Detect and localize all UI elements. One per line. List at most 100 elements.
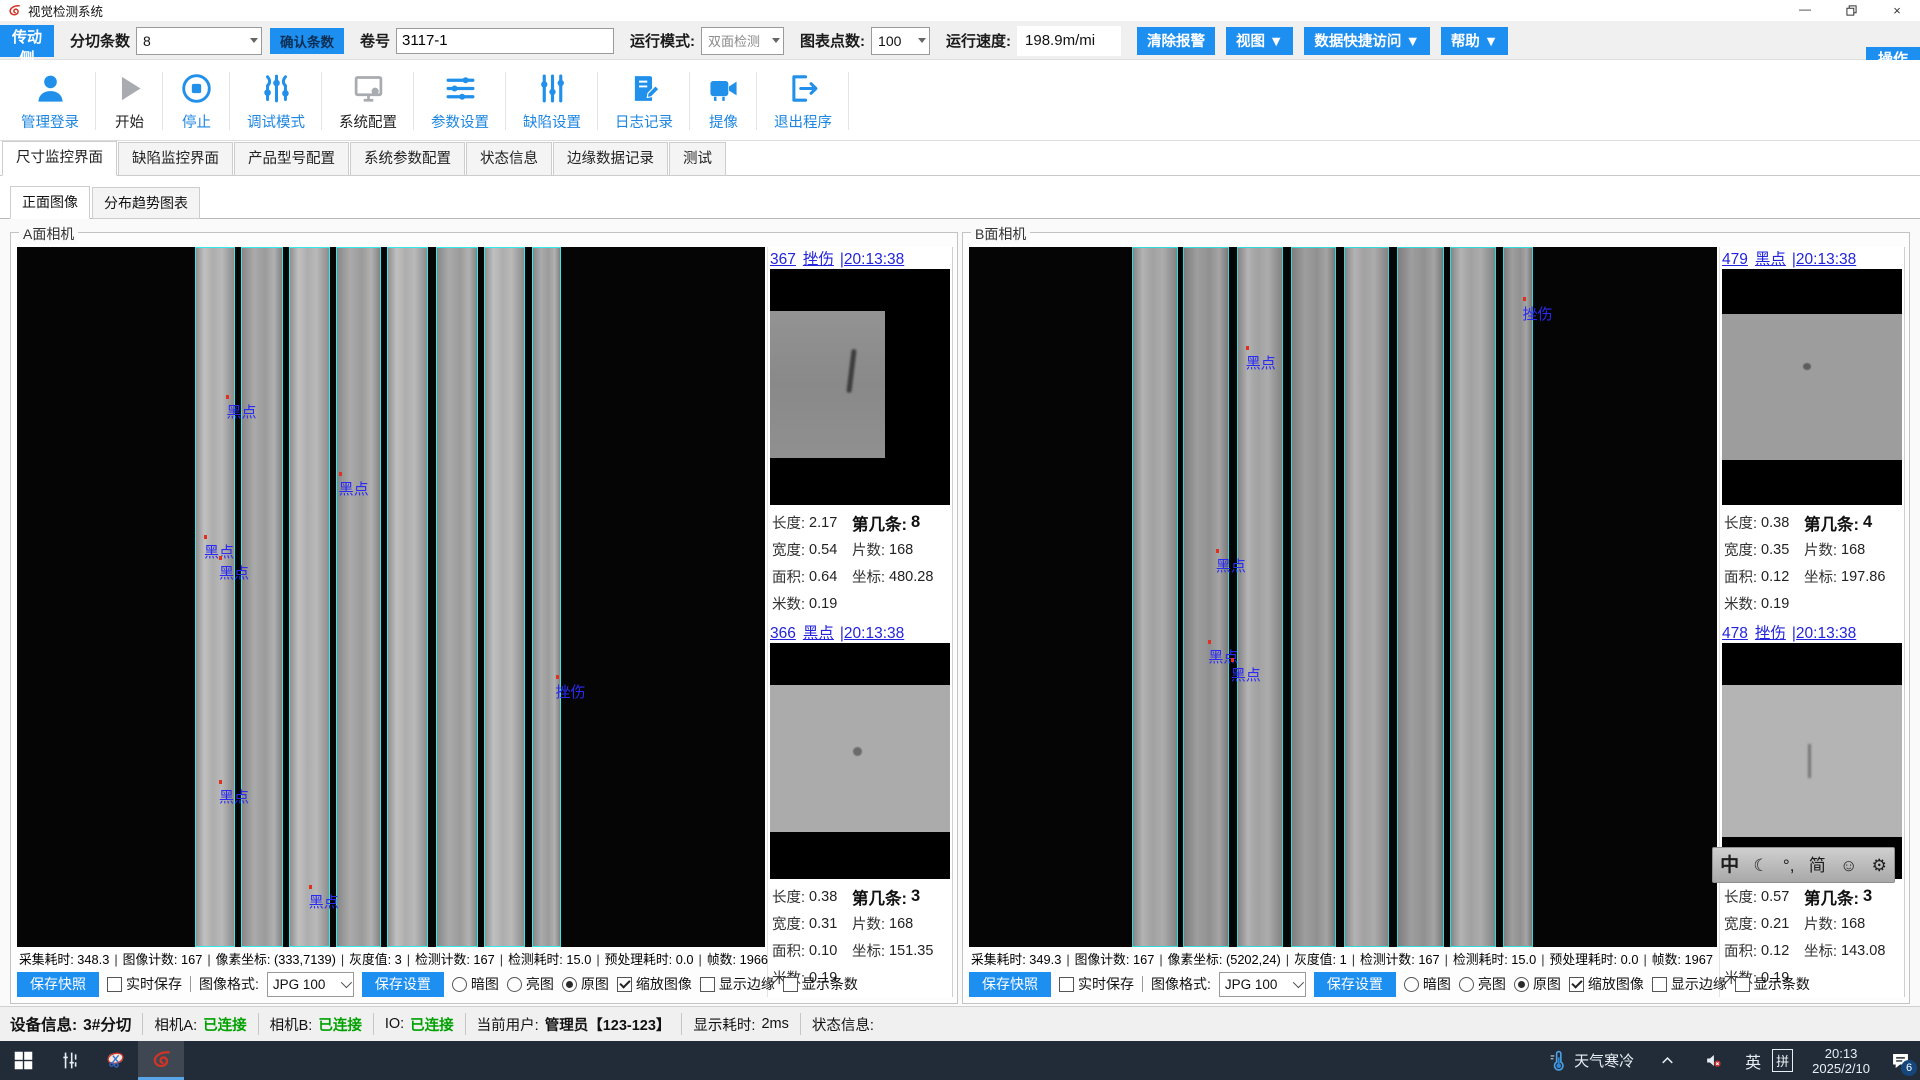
toolbar-action-capture[interactable]: 提像 bbox=[690, 70, 757, 132]
ime-item-2[interactable]: °, bbox=[1783, 857, 1795, 874]
realtime-save-checkbox[interactable]: 实时保存 bbox=[1059, 974, 1134, 994]
image-view-radio-暗图[interactable]: 暗图 bbox=[452, 974, 499, 994]
tray-chevron-icon[interactable] bbox=[1644, 1041, 1690, 1080]
tab-边缘数据记录[interactable]: 边缘数据记录 bbox=[553, 142, 668, 176]
defect-card[interactable]: 479黑点|20:13:38长度:0.38宽度:0.35面积:0.12米数:0.… bbox=[1722, 247, 1902, 619]
toolbar-action-login[interactable]: 管理登录 bbox=[4, 70, 96, 132]
defect-card[interactable]: 366黑点|20:13:38长度:0.38宽度:0.31面积:0.10米数:0.… bbox=[770, 621, 950, 993]
tab-状态信息[interactable]: 状态信息 bbox=[466, 142, 552, 176]
save-snapshot-button[interactable]: 保存快照 bbox=[17, 972, 99, 997]
save-settings-button[interactable]: 保存设置 bbox=[362, 972, 444, 997]
restore-button[interactable] bbox=[1828, 0, 1874, 22]
defect-marker-label: 黑点 bbox=[219, 562, 249, 583]
ime-item-5[interactable]: ⚙ bbox=[1872, 857, 1887, 874]
ime-item-0[interactable]: 中 bbox=[1720, 856, 1739, 875]
close-button[interactable]: × bbox=[1874, 0, 1920, 22]
toolbar-action-params[interactable]: 参数设置 bbox=[414, 70, 506, 132]
display-option-checkbox-显示边缘[interactable]: 显示边缘 bbox=[1652, 974, 1727, 994]
camera-image-a[interactable]: 黑点黑点黑点黑点挫伤黑点黑点 bbox=[17, 247, 765, 947]
image-format-select[interactable]: JPG 100 bbox=[1219, 972, 1306, 997]
image-view-radio-暗图[interactable]: 暗图 bbox=[1404, 974, 1451, 994]
status-segment-value: 已连接 bbox=[203, 1014, 247, 1035]
display-option-checkbox-显示条数[interactable]: 显示条数 bbox=[1735, 974, 1810, 994]
pinned-app-icon[interactable] bbox=[46, 1041, 92, 1080]
defect-marker-label: 黑点 bbox=[226, 401, 256, 422]
vision-app-taskbar-icon[interactable] bbox=[138, 1041, 184, 1080]
chart-points-label: 图表点数: bbox=[800, 30, 865, 51]
clock[interactable]: 20:13 2025/2/10 bbox=[1802, 1046, 1880, 1076]
save-settings-button[interactable]: 保存设置 bbox=[1314, 972, 1396, 997]
display-option-checkbox-缩放图像[interactable]: 缩放图像 bbox=[617, 974, 692, 994]
ime-mode-indicator[interactable]: 拼 bbox=[1772, 1049, 1793, 1072]
display-option-checkbox-显示边缘[interactable]: 显示边缘 bbox=[700, 974, 775, 994]
run-mode-value: 双面检测 bbox=[708, 31, 760, 50]
status-metric: 检测耗时: 15.0 bbox=[1453, 952, 1536, 967]
camera-panel-title: A面相机 bbox=[19, 224, 78, 244]
stat-label: 长度: bbox=[1724, 512, 1757, 533]
ime-item-4[interactable]: ☺ bbox=[1840, 857, 1857, 874]
image-format-select[interactable]: JPG 100 bbox=[267, 972, 354, 997]
tab-系统参数配置[interactable]: 系统参数配置 bbox=[350, 142, 465, 176]
stat-row: 长度:0.57 bbox=[1724, 883, 1802, 910]
status-segment-camera-a: 相机A:已连接 bbox=[154, 1014, 246, 1035]
toolbar-action-defect[interactable]: 缺陷设置 bbox=[506, 70, 598, 132]
toolbar-action-sysconf[interactable]: 系统配置 bbox=[322, 70, 414, 132]
help-menu-button[interactable]: 帮助 ▼ bbox=[1441, 27, 1508, 55]
chevron-down-icon bbox=[250, 38, 258, 43]
defect-card[interactable]: 367挫伤|20:13:38长度:2.17宽度:0.54面积:0.64米数:0.… bbox=[770, 247, 950, 619]
display-option-checkbox-显示条数[interactable]: 显示条数 bbox=[783, 974, 858, 994]
tab-测试[interactable]: 测试 bbox=[669, 142, 726, 176]
toolbar-action-exit[interactable]: 退出程序 bbox=[757, 70, 849, 132]
image-view-radio-亮图[interactable]: 亮图 bbox=[1459, 974, 1506, 994]
tab-缺陷监控界面[interactable]: 缺陷监控界面 bbox=[118, 142, 233, 176]
ime-toolbar[interactable]: 中 ☾ °, 简 ☺ ⚙ bbox=[1712, 847, 1895, 883]
save-snapshot-button[interactable]: 保存快照 bbox=[969, 972, 1051, 997]
thumb-defect-mark bbox=[853, 747, 862, 756]
stat-value: 0.19 bbox=[809, 596, 837, 612]
toolbar-action-start[interactable]: 开始 bbox=[96, 70, 163, 132]
volume-muted-icon[interactable] bbox=[1690, 1041, 1736, 1080]
defect-marker-label: 黑点 bbox=[309, 891, 339, 912]
toolbar-action-debug[interactable]: 调试模式 bbox=[230, 70, 322, 132]
defect-card[interactable]: 478挫伤|20:13:38长度:0.57宽度:0.21面积:0.12米数:0.… bbox=[1722, 621, 1902, 993]
data-quick-access-button[interactable]: 数据快捷访问 ▼ bbox=[1304, 27, 1429, 55]
stat-row: 宽度:0.31 bbox=[772, 910, 850, 937]
slit-count-select[interactable]: 8 bbox=[136, 27, 262, 55]
weather-widget[interactable]: 天气寒冷 bbox=[1537, 1050, 1644, 1072]
defect-thumbnail bbox=[1722, 269, 1902, 505]
display-option-checkbox-缩放图像[interactable]: 缩放图像 bbox=[1569, 974, 1644, 994]
subtab-分布趋势图表[interactable]: 分布趋势图表 bbox=[92, 187, 200, 219]
run-mode-select[interactable]: 双面检测 bbox=[701, 27, 784, 55]
language-indicator[interactable]: 英 bbox=[1736, 1049, 1770, 1073]
defect-seq: 479 bbox=[1722, 251, 1748, 268]
tab-尺寸监控界面[interactable]: 尺寸监控界面 bbox=[2, 141, 117, 176]
toolbar-action-stop[interactable]: 停止 bbox=[163, 70, 230, 132]
roll-number-input[interactable] bbox=[396, 28, 614, 54]
image-view-radio-原图[interactable]: 原图 bbox=[1514, 974, 1561, 994]
start-button[interactable] bbox=[0, 1041, 46, 1080]
clear-alarm-button[interactable]: 清除报警 bbox=[1137, 27, 1215, 55]
snipping-tool-icon[interactable] bbox=[92, 1041, 138, 1080]
tab-产品型号配置[interactable]: 产品型号配置 bbox=[234, 142, 349, 176]
notification-center-icon[interactable]: 6 bbox=[1880, 1041, 1920, 1080]
chart-points-select[interactable]: 100 bbox=[871, 27, 930, 55]
stat-row: 坐标:480.28 bbox=[852, 563, 950, 590]
image-view-radio-原图[interactable]: 原图 bbox=[562, 974, 609, 994]
separator: | bbox=[699, 952, 702, 967]
app-logo-icon bbox=[7, 3, 22, 18]
confirm-count-button[interactable]: 确认条数 bbox=[270, 28, 344, 54]
view-menu-button[interactable]: 视图 ▼ bbox=[1226, 27, 1293, 55]
camera-image-b[interactable]: 挫伤黑点黑点黑点黑点 bbox=[969, 247, 1717, 947]
ime-item-1[interactable]: ☾ bbox=[1753, 857, 1768, 874]
subtab-正面图像[interactable]: 正面图像 bbox=[10, 186, 90, 219]
drive-side-button[interactable]: 传动侧 bbox=[0, 25, 54, 57]
image-view-radio-亮图[interactable]: 亮图 bbox=[507, 974, 554, 994]
ime-item-3[interactable]: 简 bbox=[1809, 857, 1826, 874]
minimize-button[interactable]: — bbox=[1782, 0, 1828, 22]
toolbar-action-log[interactable]: 日志记录 bbox=[598, 70, 690, 132]
status-metric: 检测耗时: 15.0 bbox=[508, 952, 591, 967]
separator bbox=[258, 1013, 259, 1035]
realtime-save-checkbox[interactable]: 实时保存 bbox=[107, 974, 182, 994]
detection-strip bbox=[336, 247, 380, 947]
defect-time: |20:13:38 bbox=[840, 251, 904, 268]
